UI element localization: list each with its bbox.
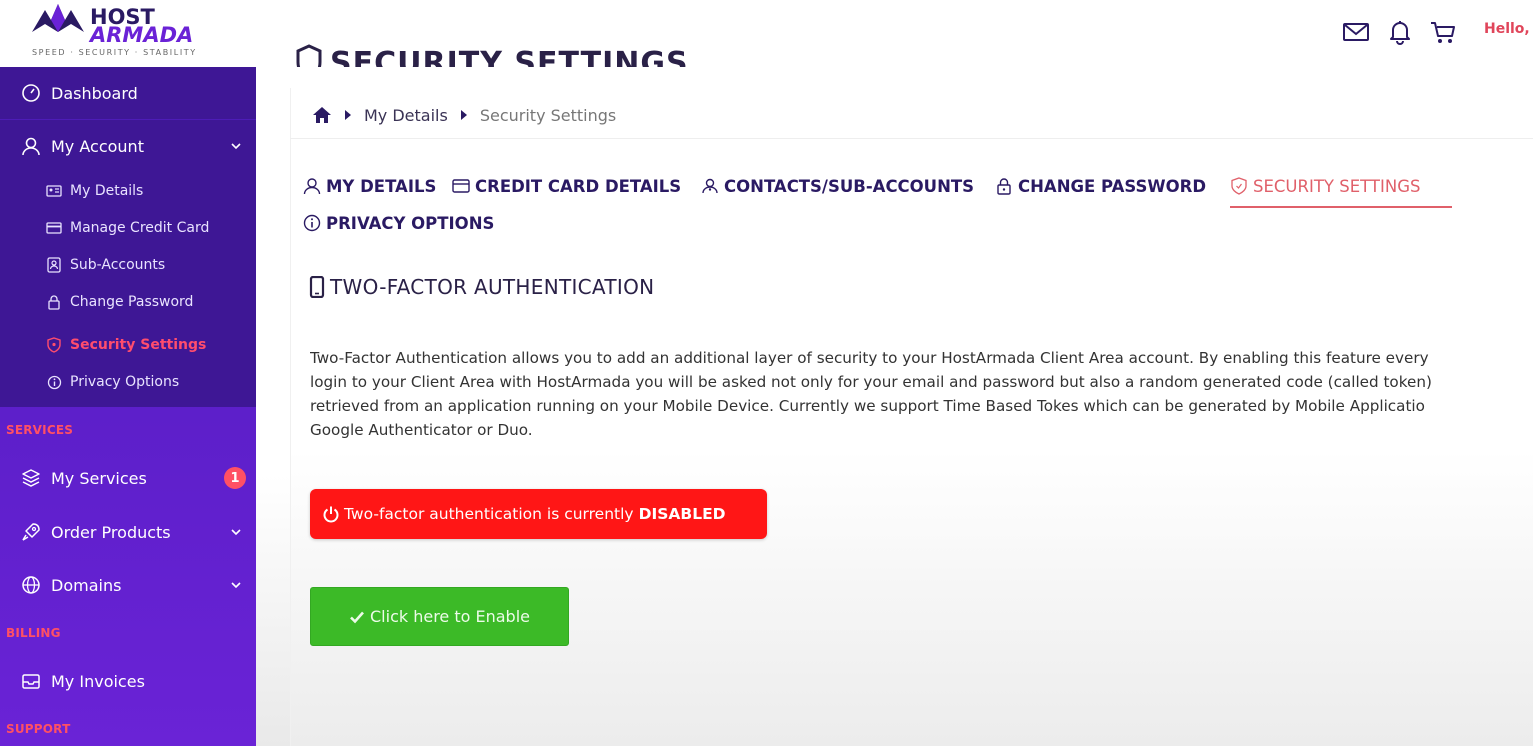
- lock-icon: [46, 294, 62, 310]
- section-label-billing: BILLING: [6, 626, 61, 640]
- lock-icon: [995, 177, 1013, 195]
- sidebar-item-label: Privacy Options: [70, 374, 180, 390]
- inbox-icon: [20, 670, 42, 692]
- status-text: Two-factor authentication is currently: [344, 505, 634, 523]
- cart-icon[interactable]: [1429, 18, 1457, 44]
- page-title: SECURITY SETTINGS: [330, 46, 689, 67]
- two-factor-heading-label: TWO-FACTOR AUTHENTICATION: [330, 275, 655, 299]
- id-card-icon: [46, 183, 62, 199]
- info-icon: [46, 374, 62, 390]
- sidebar-item-my-invoices[interactable]: My Invoices: [0, 655, 256, 707]
- sidebar-item-label: My Details: [70, 183, 144, 199]
- tab-label: SECURITY SETTINGS: [1253, 176, 1421, 196]
- breadcrumb: My Details Security Settings: [312, 103, 616, 127]
- section-label-support: SUPPORT: [6, 722, 71, 736]
- chevron-down-icon: [231, 143, 241, 150]
- rocket-icon: [20, 521, 42, 543]
- sidebar-item-my-services[interactable]: My Services 1: [0, 452, 256, 504]
- chevron-down-icon: [231, 582, 241, 589]
- sidebar-item-dashboard[interactable]: Dashboard: [0, 67, 256, 119]
- tab-my-details[interactable]: MY DETAILS: [303, 174, 436, 198]
- sidebar-item-label: Sub-Accounts: [70, 257, 166, 273]
- breadcrumb-security-settings: Security Settings: [479, 105, 617, 125]
- bell-icon[interactable]: [1386, 18, 1414, 45]
- sidebar-item-label: My Account: [51, 136, 144, 156]
- services-count-badge: 1: [224, 467, 246, 489]
- two-factor-heading: TWO-FACTOR AUTHENTICATION: [309, 275, 654, 299]
- tab-label: MY DETAILS: [326, 176, 437, 196]
- sidebar-item-label: My Services: [51, 468, 147, 488]
- sidebar-item-change-password[interactable]: Change Password: [46, 290, 193, 314]
- power-icon: [323, 506, 339, 523]
- info-icon: [303, 214, 321, 232]
- status-value: DISABLED: [638, 505, 726, 523]
- sidebar-item-label: Security Settings: [70, 337, 207, 353]
- caret-right-icon: [460, 110, 467, 120]
- users-icon: [701, 177, 719, 195]
- sidebar-item-label: Order Products: [51, 522, 171, 542]
- user-icon: [20, 135, 42, 157]
- sidebar-item-label: Dashboard: [51, 83, 138, 103]
- chevron-down-icon: [231, 529, 241, 536]
- tab-change-password[interactable]: CHANGE PASSWORD: [995, 174, 1206, 198]
- caret-right-icon: [345, 110, 351, 120]
- section-label-services: SERVICES: [6, 423, 74, 437]
- sidebar-item-label: My Invoices: [51, 671, 145, 691]
- sidebar-item-order-products[interactable]: Order Products: [0, 506, 256, 558]
- shield-icon: [296, 44, 322, 67]
- home-icon[interactable]: [312, 106, 332, 124]
- two-factor-status-alert: Two-factor authentication is currently D…: [310, 489, 767, 539]
- tab-label: CREDIT CARD DETAILS: [475, 176, 682, 196]
- user-icon: [303, 177, 321, 195]
- sidebar-item-privacy-options[interactable]: Privacy Options: [46, 370, 179, 394]
- breadcrumb-my-details[interactable]: My Details: [364, 106, 448, 125]
- tab-label: CHANGE PASSWORD: [1018, 176, 1207, 196]
- enable-two-factor-button[interactable]: Click here to Enable: [310, 587, 569, 646]
- sidebar-item-domains[interactable]: Domains: [0, 559, 256, 611]
- tab-contacts-sub-accounts[interactable]: CONTACTS/SUB-ACCOUNTS: [701, 174, 974, 198]
- logo-text-armada: ARMADA: [90, 23, 194, 47]
- credit-card-icon: [452, 177, 470, 195]
- tab-label: CONTACTS/SUB-ACCOUNTS: [724, 176, 975, 196]
- sidebar-item-my-details[interactable]: My Details: [46, 179, 143, 203]
- checkmark-icon: [350, 611, 364, 623]
- tab-label: PRIVACY OPTIONS: [326, 213, 495, 233]
- layers-icon: [20, 467, 42, 489]
- sidebar-item-my-account[interactable]: My Account: [0, 120, 256, 172]
- globe-icon: [20, 574, 42, 596]
- dashboard-icon: [20, 82, 42, 104]
- tab-security-settings[interactable]: SECURITY SETTINGS: [1230, 174, 1420, 198]
- logo-mark-icon: [32, 4, 84, 32]
- sidebar-item-label: Domains: [51, 575, 122, 595]
- logo-tagline: SPEED · SECURITY · STABILITY: [32, 48, 197, 57]
- description-line: Two-Factor Authentication allows you to …: [310, 349, 1429, 367]
- description-line: Google Authenticator or Duo.: [310, 421, 533, 439]
- user-greeting[interactable]: Hello, I: [1484, 21, 1533, 37]
- description-line: retrieved from an application running on…: [310, 397, 1425, 415]
- description-line: login to your Client Area with HostArmad…: [310, 373, 1432, 391]
- credit-card-icon: [46, 220, 62, 236]
- page-title-container: SECURITY SETTINGS: [290, 40, 890, 67]
- tab-credit-card-details[interactable]: CREDIT CARD DETAILS: [452, 174, 681, 198]
- sidebar-item-manage-credit-card[interactable]: Manage Credit Card: [46, 216, 209, 240]
- sidebar-item-security-settings[interactable]: Security Settings: [46, 333, 206, 357]
- sidebar: Dashboard My Account My Details Manage C…: [0, 67, 256, 746]
- active-tab-indicator: [1230, 206, 1452, 208]
- tab-privacy-options[interactable]: PRIVACY OPTIONS: [303, 211, 494, 235]
- shield-icon: [1230, 177, 1248, 195]
- sidebar-item-sub-accounts[interactable]: Sub-Accounts: [46, 253, 165, 277]
- my-account-submenu: My Details Manage Credit Card Sub-Accoun…: [0, 170, 256, 407]
- sidebar-item-label: Change Password: [70, 294, 194, 310]
- hostarmada-logo[interactable]: HOST ARMADA SPEED · SECURITY · STABILITY: [30, 2, 210, 62]
- mobile-phone-icon: [309, 276, 325, 298]
- contact-icon: [46, 257, 62, 273]
- breadcrumb-divider: [290, 138, 1533, 139]
- shield-icon: [46, 337, 62, 353]
- two-factor-description: Two-Factor Authentication allows you to …: [310, 346, 1533, 442]
- enable-button-label: Click here to Enable: [370, 607, 530, 626]
- sidebar-item-label: Manage Credit Card: [70, 220, 210, 236]
- mail-icon[interactable]: [1342, 20, 1370, 46]
